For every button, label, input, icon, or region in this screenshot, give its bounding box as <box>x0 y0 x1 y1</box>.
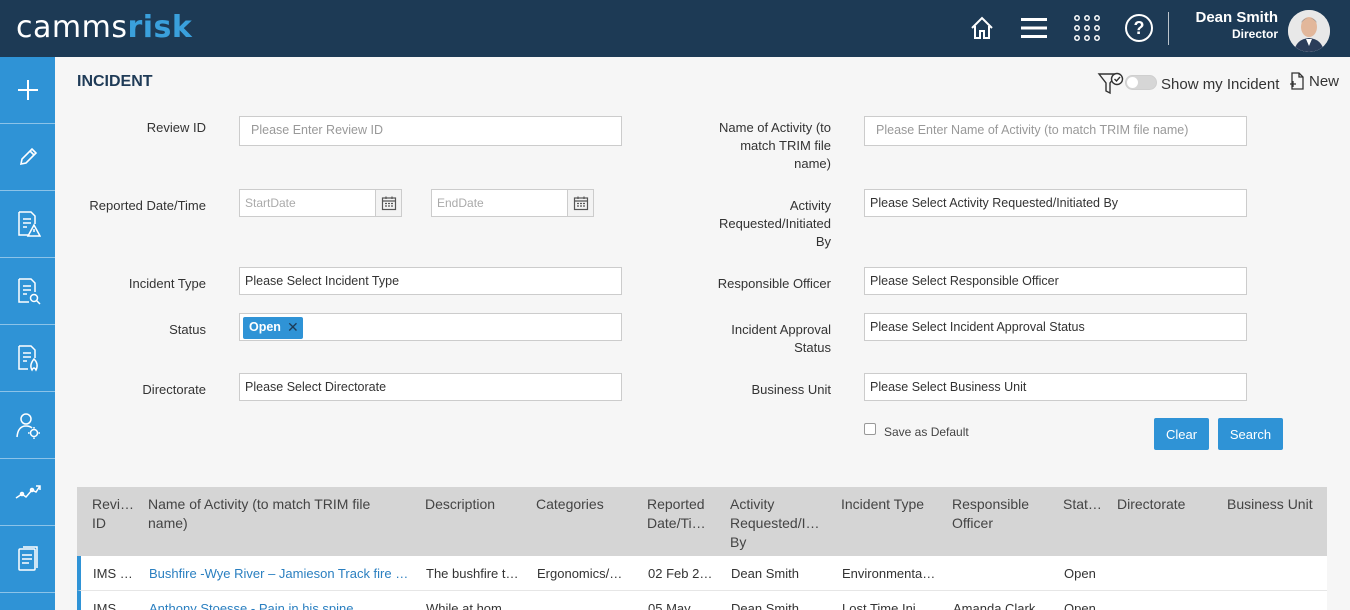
reports-icon[interactable] <box>0 526 55 593</box>
end-calendar-icon[interactable] <box>567 189 594 217</box>
cell-reported-date: 05 May … <box>648 601 708 610</box>
col-business-unit[interactable]: Business Unit <box>1227 495 1327 514</box>
toggle-knob <box>1127 77 1138 88</box>
table-row[interactable]: IMS … Bushfire -Wye River – Jamieson Tra… <box>77 556 1327 591</box>
col-incident-type[interactable]: Incident Type <box>841 495 941 514</box>
responsible-officer-select[interactable]: Please Select Responsible Officer <box>864 267 1247 295</box>
cell-review-id: IMS … <box>93 566 133 581</box>
incident-type-label: Incident Type <box>128 276 206 291</box>
status-label: Status <box>169 322 206 337</box>
activity-name-input[interactable]: Please Enter Name of Activity (to match … <box>864 116 1247 146</box>
apps-grid-icon[interactable] <box>1071 12 1103 44</box>
start-calendar-icon[interactable] <box>375 189 402 217</box>
requested-by-select[interactable]: Please Select Activity Requested/Initiat… <box>864 189 1247 217</box>
cammsrisk-logo[interactable]: cammsrisk <box>16 10 192 45</box>
user-role: Director <box>1231 27 1278 41</box>
top-bar: cammsrisk ? Dean Smith Director <box>0 0 1350 57</box>
avatar[interactable] <box>1288 10 1330 52</box>
save-default-label: Save as Default <box>884 425 969 439</box>
business-unit-select[interactable]: Please Select Business Unit <box>864 373 1247 401</box>
col-description[interactable]: Description <box>425 495 525 514</box>
col-activity-name[interactable]: Name of Activity (to match TRIM file nam… <box>148 495 408 533</box>
cell-status: Open <box>1064 601 1096 610</box>
home-icon[interactable] <box>966 12 998 44</box>
cell-activity-name-link[interactable]: Bushfire -Wye River – Jamieson Track fir… <box>149 566 411 581</box>
status-tag-open: Open ✕ <box>243 317 303 339</box>
cell-requested-by: Dean Smith <box>731 601 799 610</box>
cell-status: Open <box>1064 566 1096 581</box>
requested-by-label: Activity Requested/Initiated By <box>718 198 831 249</box>
end-date-input[interactable]: EndDate <box>431 189 568 217</box>
status-tag-label: Open <box>249 320 281 334</box>
remove-tag-icon[interactable]: ✕ <box>287 320 299 339</box>
incident-type-select[interactable]: Please Select Incident Type <box>239 267 622 295</box>
cell-categories: Ergonomics/… <box>537 566 623 581</box>
col-reported-date[interactable]: Reported Date/Ti… <box>647 495 719 533</box>
page-title: INCIDENT <box>77 73 153 90</box>
approval-status-select[interactable]: Please Select Incident Approval Status <box>864 313 1247 341</box>
status-select[interactable]: Open ✕ <box>239 313 622 341</box>
cell-description: The bushfire t… <box>426 566 519 581</box>
new-button-label: New <box>1309 72 1340 90</box>
cell-incident-type: Environmenta… <box>842 566 936 581</box>
activity-name-label: Name of Activity (to match TRIM file nam… <box>719 120 831 171</box>
show-my-incident-toggle[interactable] <box>1125 75 1157 90</box>
new-button[interactable]: New <box>1289 72 1339 90</box>
directorate-select[interactable]: Please Select Directorate <box>239 373 622 401</box>
cell-reported-date: 02 Feb 2… <box>648 566 713 581</box>
cell-activity-name-link[interactable]: Anthony Stoesse - Pain in his spine <box>149 601 411 610</box>
cell-description: While at hom… <box>426 601 515 610</box>
add-icon[interactable] <box>0 57 55 124</box>
left-sidebar <box>0 57 55 610</box>
svg-text:?: ? <box>1134 18 1145 38</box>
col-responsible-officer[interactable]: Responsible Officer <box>952 495 1052 533</box>
clear-button[interactable]: Clear <box>1154 418 1209 450</box>
directorate-label: Directorate <box>142 382 206 397</box>
user-name[interactable]: Dean Smith <box>1172 9 1278 26</box>
cell-review-id: IMS … <box>93 601 133 610</box>
table-header: Revi… ID Name of Activity (to match TRIM… <box>77 487 1327 556</box>
show-my-incident-label: Show my Incident <box>1161 76 1280 93</box>
incident-document-icon[interactable] <box>0 325 55 392</box>
filter-icon[interactable] <box>1097 71 1125 102</box>
user-settings-icon[interactable] <box>0 392 55 459</box>
cell-incident-type: Lost Time Inj… <box>842 601 929 610</box>
table-row[interactable]: IMS … Anthony Stoesse - Pain in his spin… <box>77 591 1327 610</box>
responsible-officer-label: Responsible Officer <box>717 276 831 291</box>
col-directorate[interactable]: Directorate <box>1117 495 1217 514</box>
trend-chart-icon[interactable] <box>0 459 55 526</box>
help-icon[interactable]: ? <box>1123 12 1155 44</box>
review-id-label: Review ID <box>146 120 206 135</box>
review-id-input[interactable]: Please Enter Review ID <box>239 116 622 146</box>
risk-document-icon[interactable] <box>0 191 55 258</box>
cell-responsible-officer: Amanda Clark <box>953 601 1036 610</box>
col-review-id[interactable]: Revi… ID <box>92 495 134 533</box>
save-default-checkbox[interactable] <box>864 423 876 435</box>
business-unit-label: Business Unit <box>751 382 831 397</box>
main-content: INCIDENT Show my Incident New Review ID … <box>55 57 1350 610</box>
review-document-icon[interactable] <box>0 258 55 325</box>
reported-date-label: Reported Date/Time <box>89 198 206 213</box>
col-categories[interactable]: Categories <box>536 495 636 514</box>
col-status[interactable]: Stat… <box>1063 495 1108 514</box>
approval-status-label: Incident Approval Status <box>731 322 831 355</box>
topbar-divider <box>1168 12 1169 45</box>
search-button[interactable]: Search <box>1218 418 1283 450</box>
menu-icon[interactable] <box>1018 12 1050 44</box>
start-date-input[interactable]: StartDate <box>239 189 376 217</box>
new-document-icon <box>1290 72 1304 90</box>
cell-requested-by: Dean Smith <box>731 566 799 581</box>
col-requested-by[interactable]: Activity Requested/I… By <box>730 495 830 552</box>
edit-icon[interactable] <box>0 124 55 191</box>
